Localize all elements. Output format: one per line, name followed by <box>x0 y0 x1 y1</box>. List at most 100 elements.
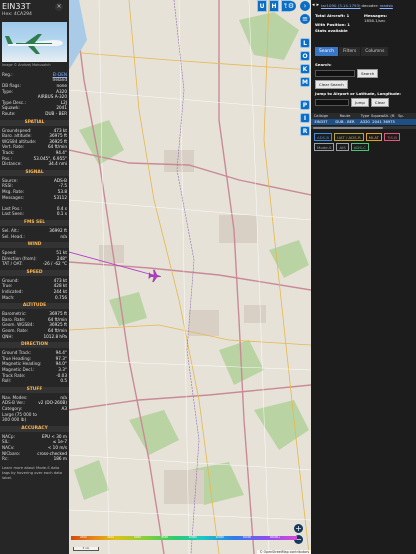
tab-search[interactable]: Search <box>315 47 339 56</box>
tab-columns[interactable]: Columns <box>361 47 389 56</box>
col-speed[interactable]: Sp. <box>395 114 407 118</box>
aircraft-photo[interactable] <box>2 22 67 63</box>
decoder-link[interactable]: readsb <box>380 3 393 8</box>
jump-label: Jump to Airport or Latitude, Longitude: <box>315 91 401 96</box>
info-row: QNH: 1012.8 hPa <box>0 334 69 340</box>
section-header: DIRECTION <box>0 342 69 349</box>
total-aircraft-label: Total Aircraft: <box>315 13 346 18</box>
jump-button[interactable]: Jump <box>351 98 369 107</box>
col-type[interactable]: Type <box>359 114 371 118</box>
map-button-m[interactable]: M <box>300 77 310 87</box>
search-input[interactable] <box>315 70 355 77</box>
mode-s-help-text: Learn more about Mode-S data tags by hov… <box>2 465 63 480</box>
info-row: Mach: 0.756 <box>0 295 69 301</box>
map-button-i[interactable]: I <box>300 113 310 123</box>
info-row-label: Route: <box>2 111 16 116</box>
map-attribution[interactable]: © OpenStreetMap contributors <box>257 550 311 554</box>
map-button-l[interactable]: L <box>300 38 310 48</box>
info-row: TAT / OAT: -26 / -62 °C <box>0 261 69 267</box>
close-icon[interactable]: × <box>55 3 63 11</box>
map-button-r[interactable]: R <box>300 126 310 136</box>
col-altitude[interactable]: Alt. (ft) <box>383 114 395 118</box>
source-filter-chip[interactable]: ADS-B <box>314 133 333 141</box>
col-squawk[interactable]: Squawk <box>371 114 383 118</box>
map-canvas[interactable] <box>69 0 311 554</box>
info-row-value: 0.1 s <box>56 211 67 217</box>
col-route[interactable]: Route <box>331 114 359 118</box>
map-button-h[interactable]: H <box>269 0 279 12</box>
source-filter-chip[interactable]: AIS <box>336 143 349 151</box>
alt-tick: 10000 <box>188 536 197 539</box>
info-row-label: Type: <box>2 88 14 94</box>
total-aircraft-value: 1 <box>346 13 350 18</box>
cell-route: DUB - BER <box>335 120 355 124</box>
info-row-label: TAT / OAT: <box>2 261 23 267</box>
search-button[interactable]: Search <box>357 69 379 78</box>
section-header: STUFF <box>0 386 69 393</box>
info-row: Roll: 0.5 <box>0 378 69 384</box>
cell-callsign[interactable]: EIN33T <box>311 120 331 124</box>
section-header: SPEED <box>0 269 69 276</box>
chevron-left-icon[interactable]: ◂ <box>312 2 315 8</box>
source-filter-chips: ADS-B UAT / ADS-R MLAT TIS-B Mode-S AIS ADS-C <box>311 129 416 151</box>
chevron-right-icon[interactable]: ▸ <box>317 2 320 8</box>
source-filter-chip[interactable]: TIS-B <box>384 133 400 141</box>
search-label: Search: <box>315 62 332 67</box>
tab-filters[interactable]: Filters <box>339 47 361 56</box>
stats-available-link[interactable]: Stats available <box>315 28 348 33</box>
alt-tick: 6000 <box>134 536 141 539</box>
stats-block: Total Aircraft: 1 Messages: 1856.1/sec Wi… <box>311 10 416 42</box>
with-position-label: With Position: <box>315 22 346 28</box>
source-filter-chip[interactable]: MLAT <box>365 133 383 141</box>
info-row: Route: DUB - BER <box>0 111 69 117</box>
map-button-o[interactable]: O <box>300 51 310 61</box>
aircraft-table: Callsign Route Type Squawk Alt. (ft) Sp.… <box>311 113 416 129</box>
info-row-label: Messages: <box>2 194 24 200</box>
section-header: SIGNAL <box>0 169 69 176</box>
decoder-label: decoder: <box>361 2 379 8</box>
jump-input[interactable] <box>315 99 349 106</box>
aircraft-list-panel: ◂ ▸ tar1090 (3.14.1793) decoder: readsb … <box>311 0 416 554</box>
info-row-value: 1012.8 hPa <box>43 333 67 339</box>
alt-tick: 40000+ <box>269 536 281 539</box>
map-view[interactable]: U H T ⚙ › ≡ L O K M P I R + − 2000 4000 … <box>69 0 311 554</box>
table-scrollbar[interactable] <box>311 126 416 129</box>
col-callsign[interactable]: Callsign <box>311 114 331 118</box>
chevron-right-icon[interactable]: › <box>300 1 310 11</box>
map-scale: 5 nm <box>73 547 99 551</box>
clear-search-button[interactable]: Clear Search <box>315 80 348 89</box>
info-row-label: Reg.: <box>2 71 13 77</box>
with-position-value: 1 <box>347 22 350 28</box>
altitude-color-legend[interactable]: 2000 4000 6000 8000 10000 20000 30000 40… <box>71 536 297 543</box>
source-filter-chip[interactable]: ADS-C <box>350 143 370 151</box>
zoom-in-button[interactable]: + <box>294 524 303 533</box>
source-filter-chip[interactable]: UAT / ADS-R <box>334 133 364 141</box>
section-header: ALTITUDE <box>0 303 69 310</box>
section-header: ACCURACY <box>0 425 69 432</box>
version-link[interactable]: tar1090 (3.14.1793) <box>321 3 360 8</box>
alt-tick: 2000 <box>80 536 87 539</box>
info-row-value: 34.4 nmi <box>48 161 67 167</box>
table-row[interactable]: EIN33T DUB - BER A320 2041 36975 <box>311 119 416 125</box>
messages-label: Messages: <box>364 13 388 18</box>
map-button-k[interactable]: K <box>300 64 310 74</box>
clear-jump-button[interactable]: Clear <box>370 98 390 107</box>
source-filter-chip[interactable]: Mode-S <box>314 143 335 151</box>
info-row-label: Last Seen: <box>2 211 24 217</box>
info-row: Last Seen: 0.1 s <box>0 211 69 217</box>
info-row-label: 300 000 lb) <box>2 417 27 423</box>
layers-icon[interactable]: ≡ <box>300 14 310 24</box>
info-row-value: 186 m <box>53 456 67 462</box>
section-header: WIND <box>0 242 69 249</box>
aircraft-hex: Hex: 4CA294 <box>2 12 32 18</box>
photo-credit: Image © Andrzej Mahusatch <box>2 63 51 68</box>
alt-tick: 4000 <box>107 536 114 539</box>
settings-gear-icon[interactable]: ⚙ <box>286 1 296 11</box>
info-row-value: A3 <box>61 405 67 411</box>
info-row: Distance: 34.4 nmi <box>0 161 69 167</box>
aircraft-basic-info: Reg.: EI-DEN Ireland DB flags: none Type: A320… <box>0 72 69 117</box>
alt-tick: 8000 <box>161 536 168 539</box>
map-button-u[interactable]: U <box>257 0 267 12</box>
airplane-photo-icon <box>5 34 63 55</box>
map-button-p[interactable]: P <box>300 100 310 110</box>
